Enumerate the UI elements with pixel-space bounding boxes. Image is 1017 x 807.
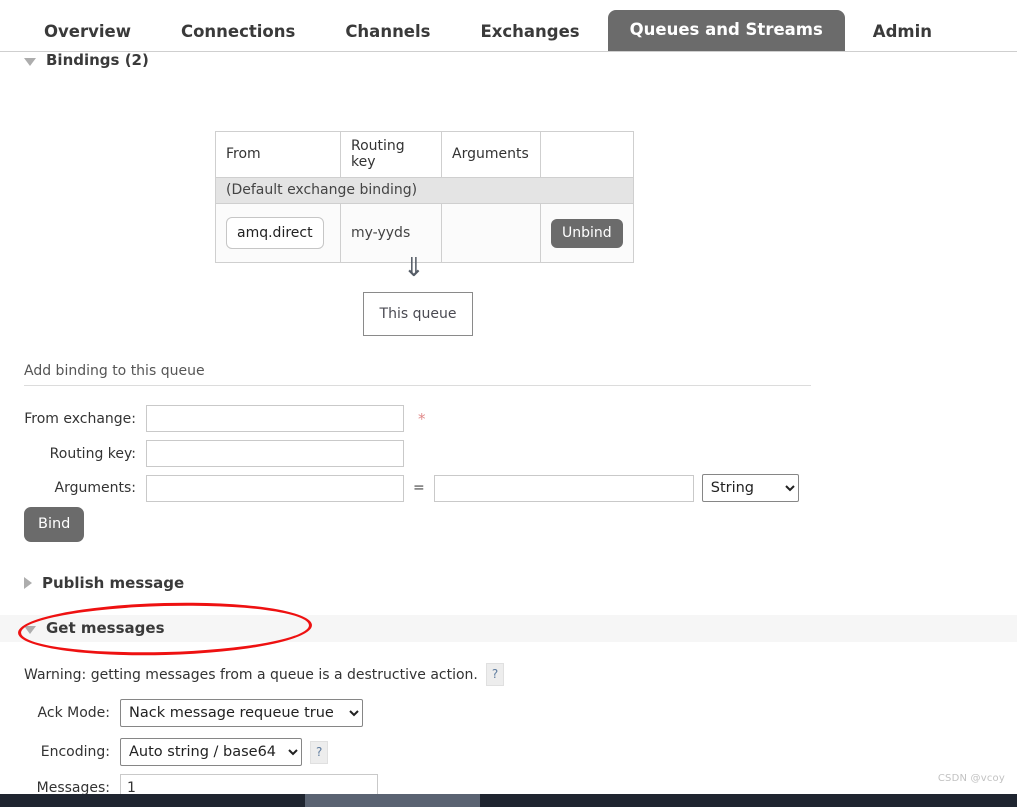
section-title-get-messages: Get messages (46, 619, 165, 637)
help-icon[interactable]: ? (310, 740, 329, 764)
nav-tab-overview[interactable]: Overview (22, 14, 153, 51)
column-header-routing-key: Routing key (340, 131, 442, 178)
nav-tab-channels[interactable]: Channels (323, 14, 452, 51)
taskbar-active-window[interactable] (305, 794, 480, 807)
argument-key-input[interactable] (146, 474, 404, 502)
argument-type-select[interactable]: String (701, 474, 799, 502)
argument-value-input[interactable] (433, 474, 694, 502)
routing-key-input[interactable] (146, 440, 404, 467)
this-queue-label: This queue (379, 306, 457, 322)
form-row-ack-mode: Ack Mode: Nack message requeue true (0, 699, 363, 727)
unbind-button[interactable]: Unbind (551, 218, 623, 248)
ack-mode-select[interactable]: Nack message requeue true (120, 699, 363, 727)
section-title-publish-message: Publish message (42, 574, 185, 592)
label-arguments: Arguments: (54, 480, 136, 496)
column-header-actions (540, 131, 634, 178)
table-header-row: From Routing key Arguments (215, 131, 634, 178)
section-title-bindings: Bindings (2) (46, 52, 149, 69)
section-header-publish-message[interactable]: Publish message (0, 570, 1017, 597)
label-from-exchange: From exchange: (24, 410, 136, 427)
this-queue-box: This queue (363, 292, 473, 336)
form-row-messages-count: Messages: (0, 774, 378, 794)
bindings-table: From Routing key Arguments (Default exch… (215, 131, 634, 263)
section-header-get-messages[interactable]: Get messages (0, 615, 1017, 642)
cell-from: amq.direct (215, 203, 341, 263)
column-header-from: From (215, 131, 341, 178)
bind-button[interactable]: Bind (24, 507, 85, 542)
label-messages: Messages: (36, 780, 110, 794)
chevron-down-icon (24, 58, 36, 66)
watermark-text: CSDN @vcoy (937, 773, 1005, 784)
help-icon[interactable]: ? (485, 663, 505, 686)
equals-sign: = (413, 480, 425, 496)
label-encoding: Encoding: (40, 744, 110, 760)
page-content: Bindings (2) From Routing key Arguments … (0, 52, 1017, 794)
section-header-bindings[interactable]: Bindings (2) (0, 52, 1017, 74)
required-asterisk-icon: * (418, 409, 426, 428)
cell-routing-key: my-yyds (340, 203, 442, 263)
os-taskbar (0, 794, 1017, 807)
column-header-arguments: Arguments (441, 131, 541, 178)
nav-tab-connections[interactable]: Connections (159, 14, 317, 51)
nav-tab-queues-and-streams[interactable]: Queues and Streams (607, 9, 845, 51)
form-row-encoding: Encoding: Auto string / base64 ? (0, 738, 329, 766)
warning-text: Warning: getting messages from a queue i… (24, 666, 478, 683)
from-exchange-input[interactable] (146, 405, 404, 432)
double-down-arrow-icon: ⇓ (403, 253, 425, 283)
main-navigation: Overview Connections Channels Exchanges … (0, 0, 1017, 52)
default-exchange-binding-label: (Default exchange binding) (215, 177, 634, 204)
nav-tab-exchanges[interactable]: Exchanges (458, 14, 601, 51)
cell-action: Unbind (540, 203, 634, 263)
label-ack-mode: Ack Mode: (37, 705, 110, 721)
add-binding-heading: Add binding to this queue (24, 363, 811, 386)
form-row-from-exchange: From exchange: * (0, 405, 426, 432)
table-subheader-row: (Default exchange binding) (215, 177, 634, 204)
encoding-select[interactable]: Auto string / base64 (120, 738, 302, 766)
chevron-down-icon (24, 626, 36, 634)
chevron-right-icon (24, 577, 32, 589)
label-routing-key: Routing key: (49, 445, 136, 462)
form-row-arguments: Arguments: = String (0, 474, 799, 502)
cell-arguments (441, 203, 541, 263)
nav-tab-admin[interactable]: Admin (851, 14, 954, 51)
messages-count-input[interactable] (120, 774, 378, 794)
form-row-routing-key: Routing key: (0, 440, 404, 467)
destructive-action-warning: Warning: getting messages from a queue i… (24, 663, 505, 686)
exchange-link-amq-direct[interactable]: amq.direct (226, 217, 324, 249)
